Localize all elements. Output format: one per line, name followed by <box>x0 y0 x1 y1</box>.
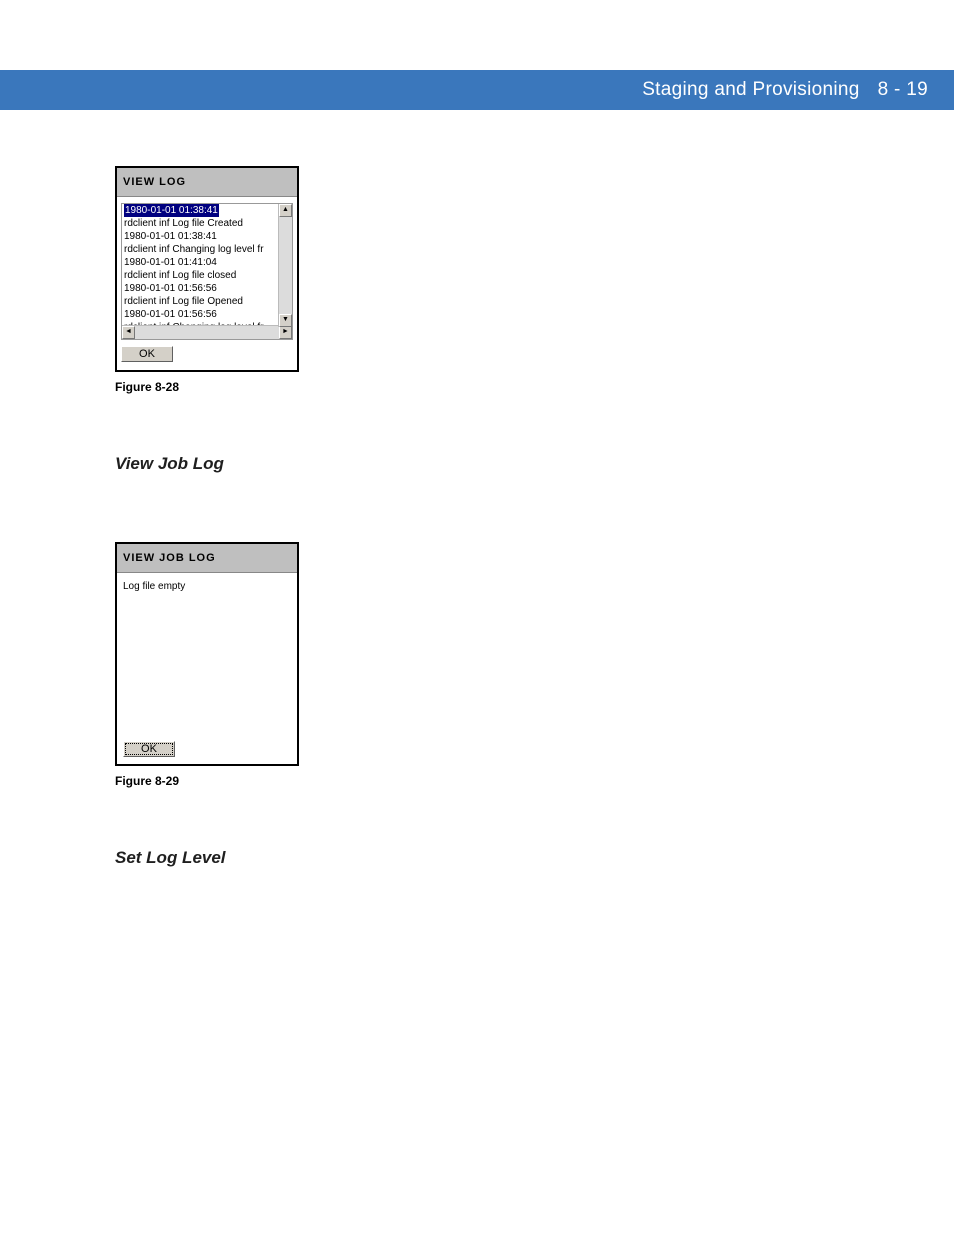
view-job-log-title: VIEW JOB LOG <box>117 544 297 573</box>
log-line: 1980-01-01 01:56:56 <box>124 283 217 294</box>
header-page-number: 8 - 19 <box>878 79 928 101</box>
log-line: 1980-01-01 01:41:04 <box>124 257 217 268</box>
log-line: 1980-01-01 01:56:56 <box>124 309 217 320</box>
figure-caption: Figure 8-29 <box>115 774 835 788</box>
header-title: Staging and Provisioning <box>642 79 859 101</box>
scroll-left-icon[interactable]: ◄ <box>122 326 135 339</box>
scroll-right-icon[interactable]: ► <box>279 326 292 339</box>
log-empty-message: Log file empty <box>123 581 291 592</box>
log-lines: 1980-01-01 01:38:41 rdclient inf Log fil… <box>122 204 292 325</box>
view-log-title: VIEW LOG <box>117 168 297 197</box>
log-line: 1980-01-01 01:38:41 <box>124 231 217 242</box>
scroll-down-icon[interactable]: ▼ <box>279 314 292 327</box>
section-heading-set-log-level: Set Log Level <box>115 848 835 868</box>
log-line: rdclient inf Changing log level fr <box>124 244 264 255</box>
view-job-log-dialog: VIEW JOB LOG Log file empty OK <box>115 542 299 766</box>
log-line: rdclient inf Log file closed <box>124 270 236 281</box>
log-line: rdclient inf Log file Opened <box>124 296 243 307</box>
log-textarea[interactable]: 1980-01-01 01:38:41 rdclient inf Log fil… <box>121 203 293 340</box>
section-heading-view-job-log: View Job Log <box>115 454 835 474</box>
view-log-dialog: VIEW LOG 1980-01-01 01:38:41 rdclient in… <box>115 166 299 372</box>
ok-button[interactable]: OK <box>123 741 175 757</box>
log-line-selected[interactable]: 1980-01-01 01:38:41 <box>124 204 219 217</box>
figure-caption: Figure 8-28 <box>115 380 835 394</box>
vertical-scrollbar[interactable]: ▲ ▼ <box>278 204 292 327</box>
page-header: Staging and Provisioning 8 - 19 <box>0 70 954 110</box>
horizontal-scrollbar[interactable]: ◄ ► <box>122 325 292 339</box>
ok-button[interactable]: OK <box>121 346 173 362</box>
scroll-up-icon[interactable]: ▲ <box>279 204 292 217</box>
log-line: rdclient inf Log file Created <box>124 218 243 229</box>
